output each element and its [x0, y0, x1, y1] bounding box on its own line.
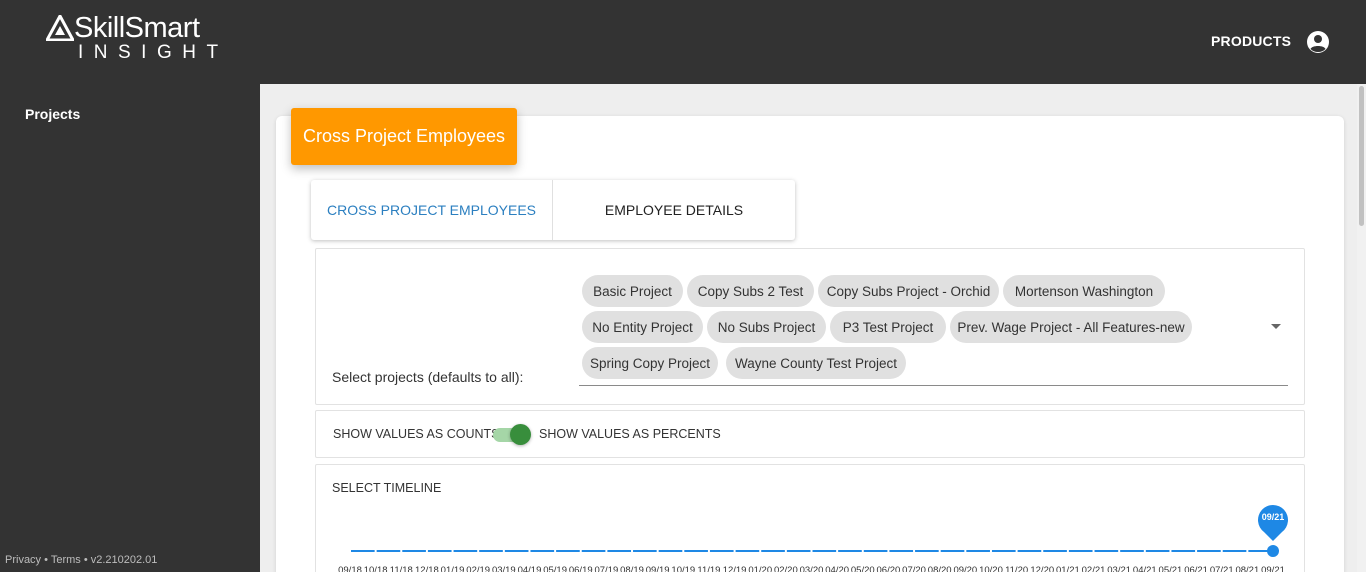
logo-triangle-icon — [46, 15, 74, 41]
timeline-tick-label: 02/21 — [1082, 565, 1106, 572]
sidebar-footer[interactable]: Privacy • Terms • v2.210202.01 — [5, 554, 157, 566]
tab-cross-project-employees[interactable]: CROSS PROJECT EMPLOYEES — [311, 180, 553, 240]
timeline-tick-label: 09/21 — [1261, 565, 1285, 572]
timeline-tick-label: 06/19 — [569, 565, 593, 572]
timeline-tick-label: 01/21 — [1056, 565, 1080, 572]
scrollbar-thumb[interactable] — [1359, 86, 1364, 226]
timeline-tick-label: 08/20 — [928, 565, 952, 572]
project-chip[interactable]: Basic Project — [582, 275, 683, 307]
timeline-tick-label: 09/18 — [338, 565, 362, 572]
project-select-panel: Select projects (defaults to all): Basic… — [315, 248, 1305, 405]
timeline-tick-label: 05/19 — [543, 565, 567, 572]
timeline-value-pin[interactable] — [1258, 504, 1288, 541]
timeline-tick-label: 12/19 — [723, 565, 747, 572]
project-chip[interactable]: Mortenson Washington — [1003, 275, 1165, 307]
timeline-label: SELECT TIMELINE — [332, 481, 442, 495]
timeline-tick-label: 07/21 — [1210, 565, 1234, 572]
timeline-tick-label: 06/21 — [1184, 565, 1208, 572]
timeline-tick-label: 01/20 — [748, 565, 772, 572]
timeline-tick-label: 08/21 — [1235, 565, 1259, 572]
timeline-tick-label: 11/20 — [1005, 565, 1028, 572]
timeline-tick-label: 10/18 — [364, 565, 388, 572]
timeline-tick-label: 04/21 — [1133, 565, 1157, 572]
timeline-tick-label: 10/19 — [671, 565, 695, 572]
logo-wordmark: SkillSmart — [74, 12, 200, 44]
show-counts-label[interactable]: SHOW VALUES AS COUNTS — [333, 427, 499, 441]
chevron-down-icon[interactable] — [1271, 324, 1281, 329]
timeline-tick-label: 12/20 — [1030, 565, 1054, 572]
timeline-tick-label: 11/18 — [390, 565, 413, 572]
project-chip[interactable]: No Entity Project — [582, 311, 703, 343]
timeline-tick-label: 04/20 — [825, 565, 849, 572]
products-menu-button[interactable]: PRODUCTS — [1211, 33, 1291, 49]
timeline-panel: SELECT TIMELINE 09/18 10/18 11/18 12/18 01/1… — [315, 464, 1305, 572]
timeline-tick-label: 02/20 — [774, 565, 798, 572]
value-mode-panel: SHOW VALUES AS COUNTS SHOW VALUES AS PER… — [315, 410, 1305, 458]
tab-employee-details[interactable]: EMPLOYEE DETAILS — [553, 180, 795, 240]
project-chip[interactable]: P3 Test Project — [830, 311, 946, 343]
timeline-handle[interactable] — [1267, 545, 1279, 557]
timeline-tick-label: 07/20 — [902, 565, 926, 572]
project-chip[interactable]: Copy Subs 2 Test — [687, 275, 814, 307]
timeline-tick-label: 12/18 — [415, 565, 439, 572]
project-chip[interactable]: Spring Copy Project — [582, 347, 718, 379]
timeline-tick-label: 11/19 — [697, 565, 720, 572]
skillsmart-logo[interactable]: SkillSmart INSIGHT — [44, 12, 219, 66]
timeline-tick-label: 04/19 — [518, 565, 542, 572]
show-percents-label[interactable]: SHOW VALUES AS PERCENTS — [539, 427, 721, 441]
account-circle-icon[interactable] — [1306, 30, 1330, 54]
logo-subtitle: INSIGHT — [78, 42, 229, 63]
timeline-tick-label: 08/19 — [620, 565, 644, 572]
timeline-tick-label: 09/20 — [953, 565, 977, 572]
select-underline — [579, 385, 1288, 386]
timeline-tick-label: 03/20 — [800, 565, 824, 572]
timeline-tick-label: 05/21 — [1159, 565, 1183, 572]
page-scrollbar[interactable] — [1357, 84, 1366, 572]
timeline-tick-label: 02/19 — [466, 565, 490, 572]
timeline-tick-label: 05/20 — [851, 565, 875, 572]
tab-bar: CROSS PROJECT EMPLOYEES EMPLOYEE DETAILS — [311, 180, 795, 240]
timeline-tick-label: 10/20 — [979, 565, 1003, 572]
project-chip[interactable]: No Subs Project — [707, 311, 826, 343]
timeline-value-label: 09/21 — [1262, 512, 1285, 522]
timeline-slider[interactable]: 09/18 10/18 11/18 12/18 01/19 02/19 03/19 04/19… — [316, 495, 1306, 572]
project-select-label: Select projects (defaults to all): — [332, 369, 524, 385]
project-chip[interactable]: Prev. Wage Project - All Features-new — [950, 311, 1192, 343]
timeline-tick-label: 06/20 — [877, 565, 901, 572]
value-mode-switch-knob[interactable] — [510, 424, 531, 445]
timeline-tick-label: 01/19 — [441, 565, 465, 572]
top-app-bar: SkillSmart INSIGHT PRODUCTS — [0, 0, 1366, 84]
sidebar: Projects Privacy • Terms • v2.210202.01 — [0, 84, 260, 572]
sidebar-item-projects[interactable]: Projects — [25, 106, 80, 122]
card-title: Cross Project Employees — [291, 108, 517, 165]
timeline-tick-label: 03/21 — [1107, 565, 1131, 572]
project-chip[interactable]: Copy Subs Project - Orchid — [818, 275, 999, 307]
timeline-tick-label: 09/19 — [646, 565, 670, 572]
project-chip[interactable]: Wayne County Test Project — [726, 347, 906, 379]
timeline-tick-label: 03/19 — [492, 565, 516, 572]
timeline-tick-label: 07/19 — [594, 565, 618, 572]
